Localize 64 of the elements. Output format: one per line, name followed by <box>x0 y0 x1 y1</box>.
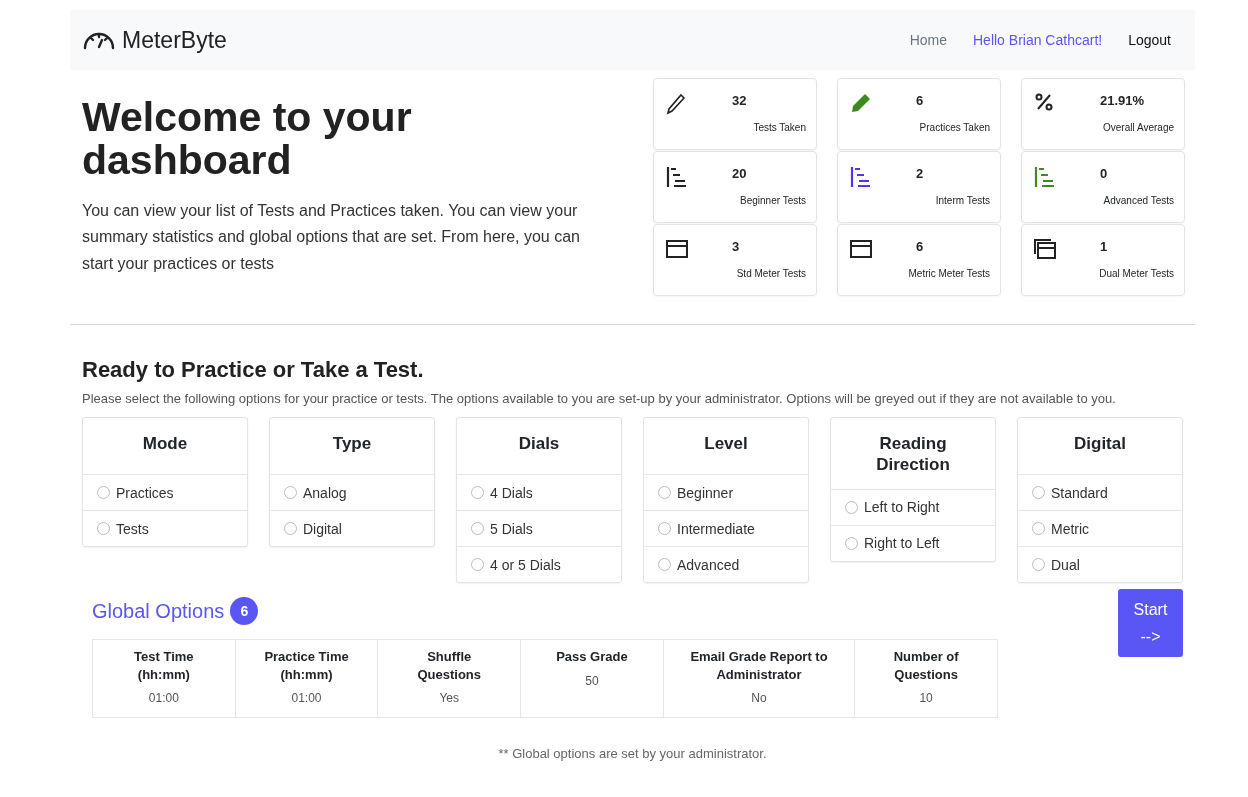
option-card-title: Type <box>331 433 373 456</box>
stat-value: 2 <box>916 166 924 181</box>
radio-option[interactable]: Advanced <box>644 546 808 583</box>
radio-option[interactable]: Metric <box>1018 510 1182 547</box>
footnote-text: ** Global options are set by your administrator. <box>497 746 768 762</box>
section-title: Ready to Practice or Take a Test. <box>82 357 425 383</box>
stat-label: Std Meter Tests <box>736 268 806 279</box>
column-header: Number of Questions <box>892 648 960 684</box>
stat-value: 3 <box>732 239 740 254</box>
column-header: Pass Grade <box>555 648 629 666</box>
option-card-title: Level <box>703 433 749 456</box>
dashboard-title: Welcome to your dashboard <box>82 96 413 183</box>
option-card-title: Reading Direction <box>875 433 951 476</box>
nav-link[interactable]: Hello Brian Cathcart! <box>973 32 1103 48</box>
gauge-icon <box>82 30 116 50</box>
radio-option[interactable]: Right to Left <box>831 524 995 561</box>
stat-value: 6 <box>916 93 924 108</box>
table-cell-text: 50 <box>584 673 600 688</box>
stat-value: 32 <box>732 93 747 108</box>
column-header: Practice Time (hh:mm) <box>263 648 350 684</box>
stat-value: 20 <box>732 166 747 181</box>
nav-link[interactable]: Home <box>909 32 947 48</box>
start-button[interactable]: Start --> <box>1118 589 1183 658</box>
option-card-title: Digital <box>1073 433 1127 456</box>
option-card-title: Dials <box>517 433 561 456</box>
table-cell-text: 01:00 <box>147 691 180 706</box>
stat-value: 0 <box>1100 166 1108 181</box>
stat-value: 21.91% <box>1100 93 1145 108</box>
global-options-title: Global Options <box>92 599 225 623</box>
stat-label: Advanced Tests <box>1103 195 1174 206</box>
instructions-text: Please select the following options for your practice or tests. The options available to you are set-up by your administrator. Options will be greyed out if they are not available to you. <box>82 390 1117 408</box>
intro-text: You can view your list of Tests and Practices taken. You can view your summary statistics and global options that are set. From here, you can start your practices or tests <box>82 201 581 274</box>
stat-value: 1 <box>1100 239 1108 254</box>
brand-name[interactable]: MeterByte <box>122 26 227 54</box>
column-header: Email Grade Report to Administrator <box>689 648 829 684</box>
stat-label: Interm Tests <box>935 195 990 206</box>
radio-option[interactable]: Beginner <box>644 474 808 511</box>
table-cell-text: No <box>750 691 768 706</box>
column-header: Shuffle Questions <box>416 648 482 684</box>
radio-option[interactable]: Dual <box>1018 546 1182 583</box>
column-header: Test Time (hh:mm) <box>133 648 195 684</box>
radio-option[interactable]: Digital <box>270 510 434 547</box>
stat-label: Metric Meter Tests <box>908 268 990 279</box>
table-cell-text: 10 <box>918 691 934 706</box>
radio-option[interactable]: Left to Right <box>831 488 995 525</box>
radio-option[interactable]: Analog <box>270 474 434 511</box>
count-badge: 6 <box>230 597 259 626</box>
stat-label: Beginner Tests <box>740 195 806 206</box>
radio-option[interactable]: Practices <box>83 474 247 511</box>
radio-option[interactable]: Tests <box>83 510 247 547</box>
radio-option[interactable]: Intermediate <box>644 510 808 547</box>
radio-option[interactable]: 4 or 5 Dials <box>457 546 621 583</box>
stat-label: Practices Taken <box>919 122 990 133</box>
table-cell-text: Yes <box>438 691 460 706</box>
radio-option[interactable]: 5 Dials <box>457 510 621 547</box>
stat-label: Overall Average <box>1103 122 1174 133</box>
radio-option[interactable]: 4 Dials <box>457 474 621 511</box>
stat-label: Dual Meter Tests <box>1099 268 1174 279</box>
radio-option[interactable]: Standard <box>1018 474 1182 511</box>
stat-label: Tests Taken <box>753 122 806 133</box>
option-card-title: Mode <box>141 433 189 456</box>
stat-value: 6 <box>916 239 924 254</box>
table-cell-text: 01:00 <box>290 691 323 706</box>
nav-link[interactable]: Logout <box>1128 32 1171 48</box>
